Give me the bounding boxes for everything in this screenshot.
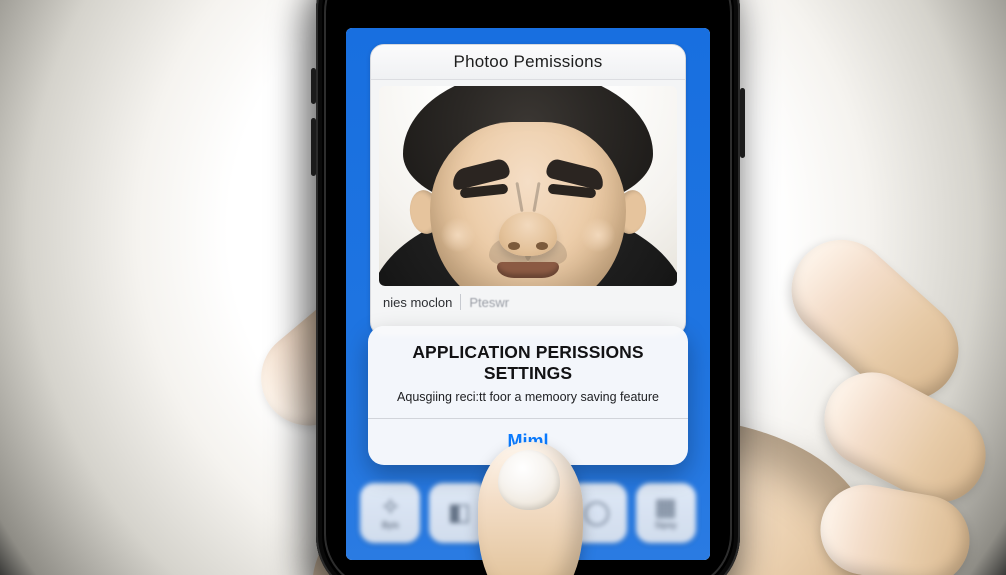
app-icon[interactable]: ▦ Sipsy bbox=[636, 483, 696, 543]
photos-card-caption: nies moclon Pteswr bbox=[371, 286, 685, 310]
permission-preview-image bbox=[379, 86, 677, 286]
thumbnail bbox=[498, 450, 560, 510]
caption-divider bbox=[460, 294, 461, 310]
caption-right: Pteswr bbox=[469, 295, 509, 310]
app-icon-label: Sipsy bbox=[655, 520, 677, 530]
caption-left: nies moclon bbox=[383, 295, 452, 310]
power-button bbox=[740, 88, 745, 158]
alert-body: Aqusgiing reci:tt foor a memoory saving … bbox=[368, 388, 688, 418]
thumb bbox=[478, 442, 583, 575]
mute-switch bbox=[311, 68, 316, 104]
app-icon[interactable]: ✧ Byis bbox=[360, 483, 420, 543]
alert-title: Application Perissions Settings bbox=[368, 326, 688, 388]
photos-permission-card: Photoo Pemissions bbox=[370, 44, 686, 336]
volume-button bbox=[311, 118, 316, 176]
frustrated-portrait bbox=[379, 86, 677, 286]
scene: Photoo Pemissions bbox=[0, 0, 1006, 575]
app-glyph-icon: ▦ bbox=[654, 496, 677, 520]
app-glyph-icon: ✧ bbox=[380, 496, 400, 520]
app-icon-label: Byis bbox=[382, 520, 399, 530]
photos-card-title: Photoo Pemissions bbox=[371, 45, 685, 80]
app-glyph-icon: ◯ bbox=[583, 501, 610, 525]
app-glyph-icon: ◧ bbox=[448, 501, 471, 525]
